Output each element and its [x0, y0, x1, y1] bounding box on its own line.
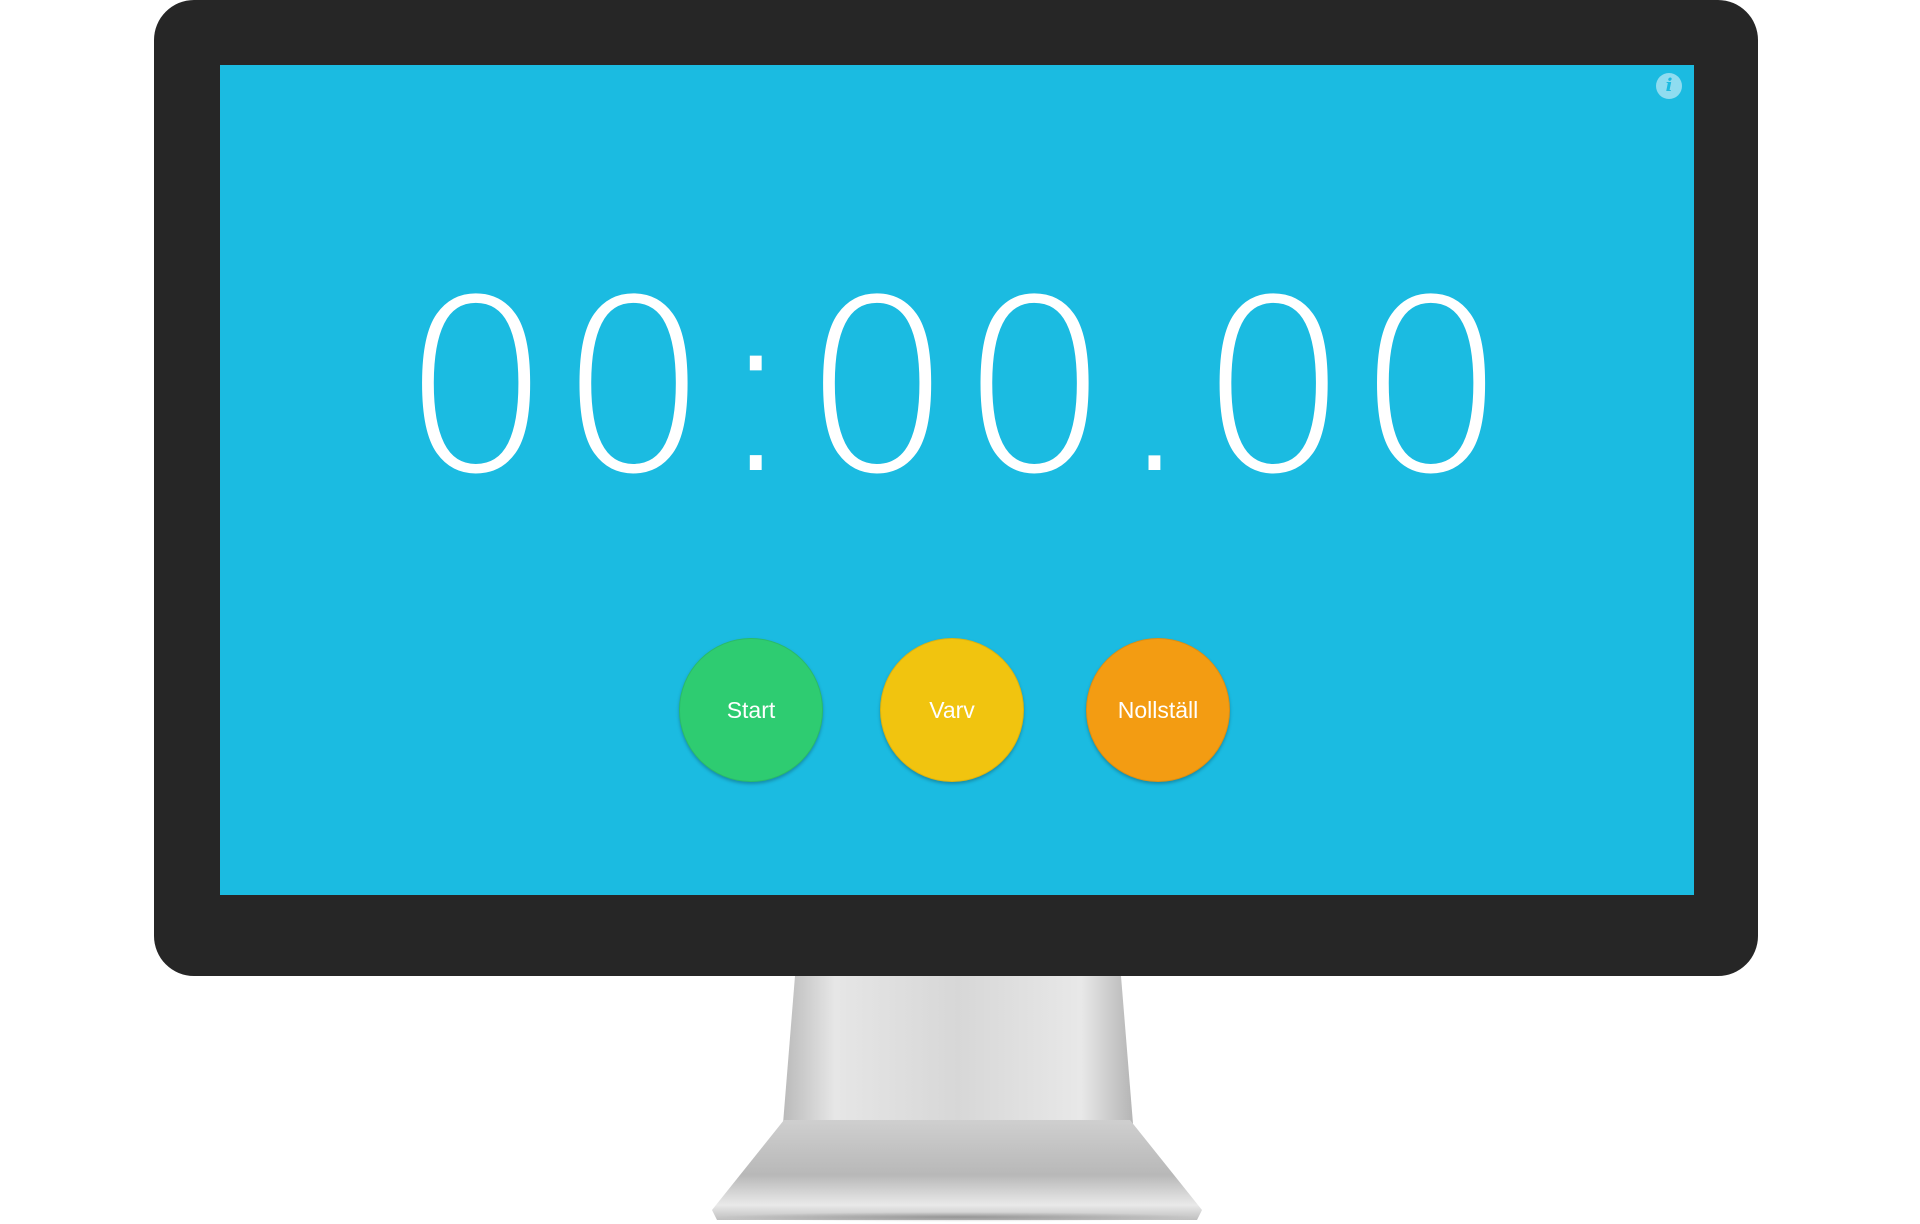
stage: i 00:00.00 Start Varv Nollställ [0, 0, 1920, 1224]
lap-button-label: Varv [929, 696, 975, 723]
info-icon[interactable]: i [1656, 73, 1682, 99]
start-button[interactable]: Start [679, 638, 823, 782]
monitor-stand-base [712, 1120, 1202, 1220]
lap-button[interactable]: Varv [880, 638, 1024, 782]
reset-button-label: Nollställ [1117, 696, 1199, 723]
stopwatch-screen: i 00:00.00 Start Varv Nollställ [220, 65, 1694, 895]
stand-shadow [716, 1212, 1198, 1222]
monitor-stand-neck [782, 976, 1134, 1136]
start-button-label: Start [726, 696, 776, 723]
stopwatch-display: 00:00.00 [400, 250, 1514, 527]
control-buttons: Start Varv Nollställ [220, 638, 1694, 782]
reset-button[interactable]: Nollställ [1086, 638, 1230, 782]
